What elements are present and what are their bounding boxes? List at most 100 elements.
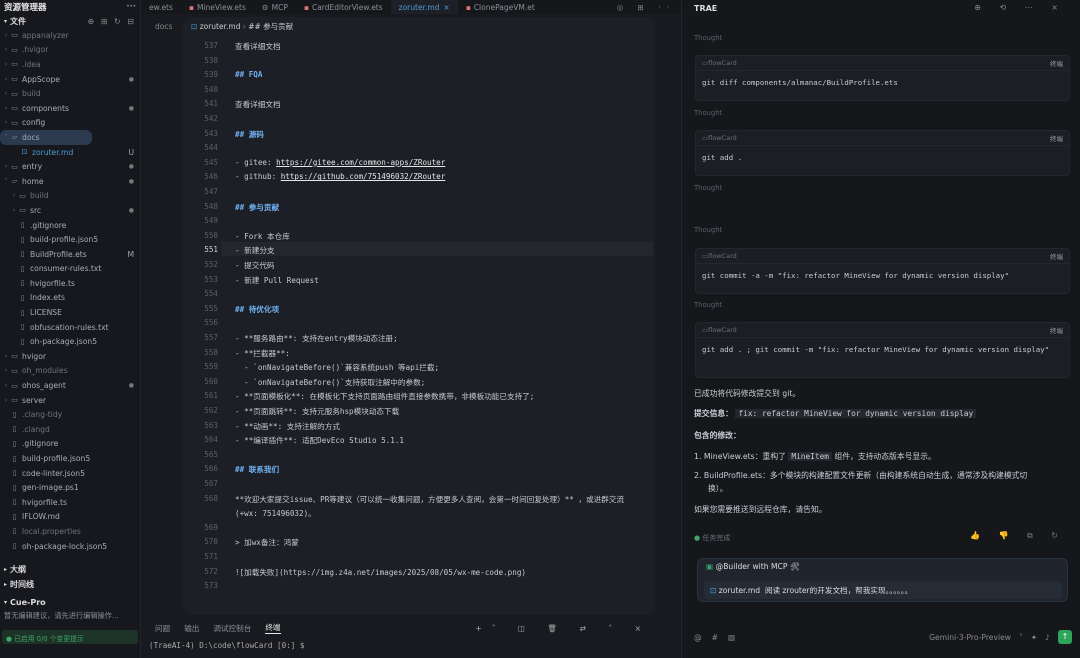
file-tree-item[interactable]: ▯ code-linter.json5	[0, 466, 140, 481]
tab-zoruter[interactable]: zoruter.md ×	[390, 0, 458, 14]
tab-output[interactable]: 输出	[184, 623, 199, 634]
tab-clonepagevm[interactable]: ▪ ClonePageVM.et	[458, 0, 543, 14]
panel-actions[interactable]: +˅ ◫ 🗑 ⇄ ˄ ×	[475, 624, 681, 633]
thought-label[interactable]: Thought	[694, 109, 722, 117]
code-line[interactable]: - **编译插件**: 适配DevEco Studio 5.1.1	[235, 435, 404, 446]
breadcrumb-root[interactable]: docs	[155, 22, 172, 31]
code-line[interactable]: ## FQA	[235, 70, 262, 79]
more-icon[interactable]: ···	[126, 2, 136, 12]
file-tree-item[interactable]: ▯ .gitignore	[0, 218, 140, 233]
code-line[interactable]: ## 待优化项	[235, 304, 279, 315]
code-line[interactable]: - github: https://github.com/751496032/Z…	[235, 172, 445, 181]
send-button[interactable]: ↑	[1058, 630, 1072, 644]
file-tree-item[interactable]: ▯ hvigorfile.ts	[0, 276, 140, 291]
code-panel[interactable]: ⊡ zoruter.md › ## 参与贡献 537 查看详细文档 538 539 ##…	[183, 17, 655, 615]
chat-input-field[interactable]: ⊡ zoruter.md 阅读 zrouter的开发文档，帮我实现。。。。。。	[704, 581, 1062, 599]
file-tree-item[interactable]: › ▭ components ●	[0, 101, 140, 116]
at-icon[interactable]: @	[694, 633, 702, 642]
breadcrumb-section[interactable]: ## 参与贡献	[248, 22, 293, 31]
open-terminal-link[interactable]: 终端	[1050, 58, 1063, 68]
code-line[interactable]: 查看详细文档	[235, 99, 281, 110]
code-line[interactable]: - Fork 本仓库	[235, 231, 290, 242]
file-tree-item[interactable]: ▯ oh-package.json5	[0, 334, 140, 349]
thought-label[interactable]: Thought	[694, 301, 722, 309]
file-tree-item[interactable]: › ▭ ohos_agent ●	[0, 378, 140, 393]
tab-terminal[interactable]: 终端	[265, 622, 281, 634]
file-tree-item[interactable]: ⊡ zoruter.md U	[0, 145, 140, 160]
code-line[interactable]: > 加wx备注：鸿蒙	[235, 537, 299, 548]
file-tree-item[interactable]: › ▭ oh_modules	[0, 364, 140, 379]
hash-icon[interactable]: #	[712, 633, 718, 642]
open-terminal-link[interactable]: 终端	[1050, 325, 1063, 335]
file-tree-item[interactable]: ˅ ▱ docs	[0, 130, 92, 145]
code-line[interactable]: - **动画**: 支持注解的方式	[235, 421, 340, 432]
file-chip[interactable]: zoruter.md	[719, 586, 760, 595]
code-line[interactable]: - 新建分支	[235, 245, 275, 256]
file-tree-item[interactable]: ▯ .clang-tidy	[0, 407, 140, 422]
code-line[interactable]: ## 联系我们	[235, 464, 279, 475]
file-tree-item[interactable]: › ▭ AppScope ●	[0, 72, 140, 87]
file-tree-item[interactable]: › ▭ server	[0, 393, 140, 408]
breadcrumb-file[interactable]: zoruter.md	[200, 22, 241, 31]
file-tree-item[interactable]: ▯ .gitignore	[0, 437, 140, 452]
image-icon[interactable]: ▨	[728, 633, 735, 642]
url-link[interactable]: https://gitee.com/common-apps/ZRouter	[276, 158, 445, 167]
code-line[interactable]: ## 源码	[235, 129, 264, 140]
code-line[interactable]: - `onNavigateBefore()`支持获取注解中的参数;	[235, 377, 425, 388]
file-tree-item[interactable]: ▯ build-profile.json5	[0, 232, 140, 247]
file-tree-item[interactable]: ▯ Index.ets	[0, 291, 140, 306]
url-link[interactable]: https://github.com/751496032/ZRouter	[281, 172, 446, 181]
tab-debug-console[interactable]: 调试控制台	[213, 623, 251, 634]
tab-problems[interactable]: 问题	[155, 623, 170, 634]
code-line[interactable]: - gitee: https://gitee.com/common-apps/Z…	[235, 158, 445, 167]
thought-label[interactable]: Thought	[694, 226, 722, 234]
open-terminal-link[interactable]: 终端	[1050, 133, 1063, 143]
cuepro-section[interactable]: ▾ Cue-Pro	[0, 595, 140, 609]
file-tree-item[interactable]: ▯ IFLOW.md	[0, 510, 140, 525]
editor-actions[interactable]: ◎ ⊞ ··	[617, 3, 681, 12]
code-line[interactable]: ## 参与贡献	[235, 202, 279, 213]
file-tree-item[interactable]: ▯ consumer-rules.txt	[0, 262, 140, 277]
thought-label[interactable]: Thought	[694, 184, 722, 192]
outline-section[interactable]: ▸ 大纲	[0, 562, 140, 576]
sparkle-icon[interactable]: ✦	[1031, 633, 1037, 642]
file-tree-item[interactable]: ▯ BuildProfile.ets M	[0, 247, 140, 262]
code-line[interactable]: - **拦截器**:	[235, 348, 290, 359]
file-tree-item[interactable]: › ▭ config	[0, 116, 140, 131]
file-tree-item[interactable]: ▯ local.properties	[0, 524, 140, 539]
timeline-section[interactable]: ▸ 时间线	[0, 577, 140, 591]
file-tree-item[interactable]: › ▭ src ●	[0, 203, 140, 218]
code-line[interactable]: (+wx: 751496032)。	[235, 508, 316, 519]
file-tree-item[interactable]: › ▭ .hvigor	[0, 43, 140, 58]
agent-selector[interactable]: ▣ @Builder with MCP 🛠	[706, 562, 800, 571]
file-tree-item[interactable]: ▯ oh-package-lock.json5	[0, 539, 140, 554]
code-line[interactable]: 查看详细文档	[235, 41, 281, 52]
file-tree-item[interactable]: ▯ LICENSE	[0, 305, 140, 320]
open-terminal-link[interactable]: 终端	[1050, 251, 1063, 261]
chat-header-actions[interactable]: ⊕ ⟲ ⋯ ×	[974, 3, 1066, 12]
file-tree-item[interactable]: › ▭ build	[0, 86, 140, 101]
thought-label[interactable]: Thought	[694, 34, 722, 42]
file-tree-item[interactable]: › ▭ hvigor	[0, 349, 140, 364]
code-line[interactable]: ![加载失败](https://img.z4a.net/images/2025/…	[235, 567, 526, 578]
file-tree-item[interactable]: › ▭ build	[0, 189, 140, 204]
code-line[interactable]: - 提交代码	[235, 260, 275, 271]
tab-mcp[interactable]: ⚙ MCP	[254, 0, 296, 14]
file-tree-item[interactable]: ▯ .clangd	[0, 422, 140, 437]
file-tree-item[interactable]: › ▭ appanalyzer	[0, 28, 140, 43]
file-tree-item[interactable]: › ▭ .idea	[0, 57, 140, 72]
file-tree-item[interactable]: ▯ build-profile.json5	[0, 451, 140, 466]
mic-icon[interactable]: ♪	[1045, 633, 1050, 642]
chat-input-box[interactable]: ▣ @Builder with MCP 🛠 ⊡ zoruter.md 阅读 zr…	[697, 558, 1068, 602]
code-line[interactable]: - **页面模板化**: 在模板化下支持页面路由组件直接参数携带，非模板功能已支…	[235, 391, 534, 402]
tab-mineview[interactable]: ▪ MineView.ets	[181, 0, 254, 14]
code-line[interactable]: - 新建 Pull Request	[235, 275, 319, 286]
terminal-prompt[interactable]: (TraeAI-4) D:\code\flowCard [0:] $	[141, 641, 681, 655]
file-tree-item[interactable]: ▯ obfuscation-rules.txt	[0, 320, 140, 335]
file-tree-item[interactable]: ▯ hvigorfile.ts	[0, 495, 140, 510]
tab-ew[interactable]: ew.ets	[141, 0, 181, 14]
feedback-actions[interactable]: 👍 👎 ⧉ ↻	[970, 531, 1066, 541]
file-tree-item[interactable]: ▯ gen-image.ps1	[0, 480, 140, 495]
code-line[interactable]: - **服务路由**: 支持在entry模块动态注册;	[235, 333, 398, 344]
files-section-header[interactable]: ▾ 文件 ⊕ ⊞ ↻ ⊟	[0, 14, 140, 28]
